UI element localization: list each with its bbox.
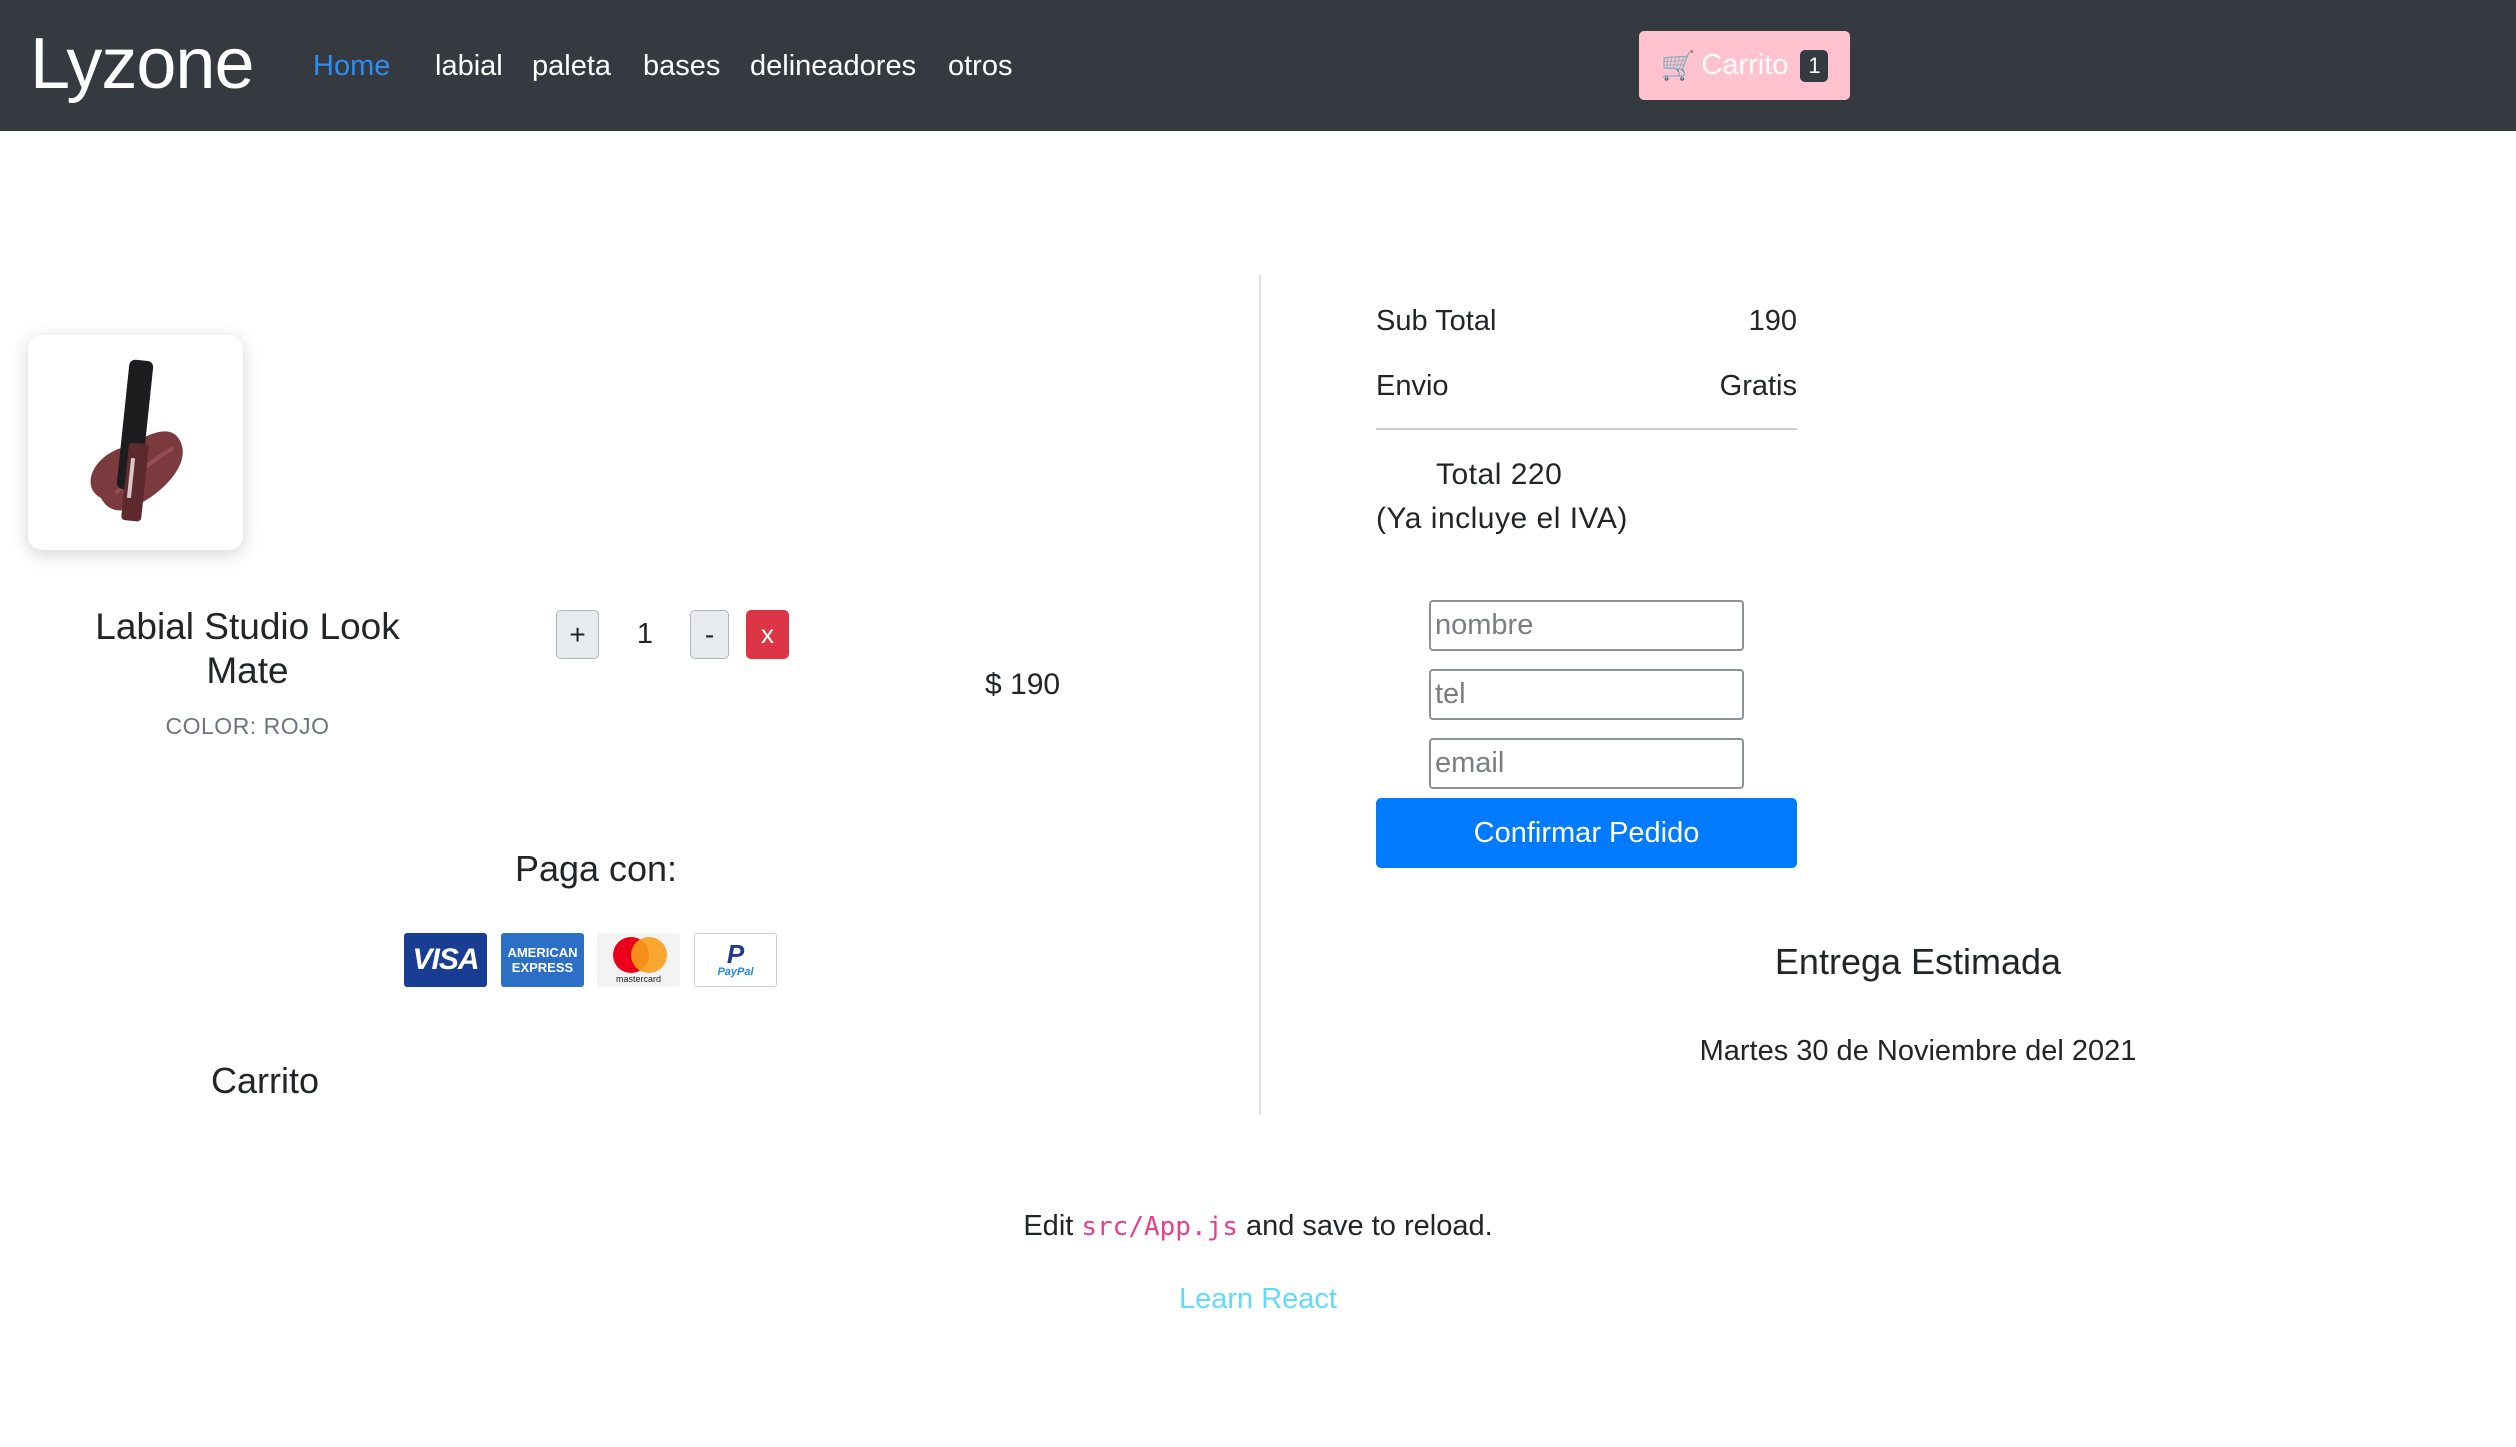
nav-link-bases[interactable]: bases	[643, 44, 720, 88]
nav-link-home[interactable]: Home	[313, 44, 390, 88]
increase-quantity-button[interactable]: +	[556, 610, 599, 659]
tel-input[interactable]	[1429, 669, 1744, 720]
navbar: Lyzone Home labial paleta bases delinead…	[0, 0, 2516, 131]
confirm-order-button[interactable]: Confirmar Pedido	[1376, 798, 1797, 868]
learn-react-link[interactable]: Learn React	[0, 1277, 2516, 1321]
edit-code: src/App.js	[1081, 1212, 1238, 1242]
column-divider	[1259, 275, 1261, 1115]
edit-prefix: Edit	[1023, 1210, 1082, 1242]
subtotal-label: Sub Total	[1376, 305, 1497, 337]
nav-link-otros[interactable]: otros	[948, 44, 1012, 88]
amex-icon: AMERICAN EXPRESS	[501, 933, 584, 987]
mastercard-icon: mastercard	[597, 933, 680, 987]
mastercard-label: mastercard	[615, 973, 661, 984]
total-amount: Total 220	[1436, 458, 1563, 491]
nav-link-paleta[interactable]: paleta	[532, 44, 611, 88]
decrease-quantity-button[interactable]: -	[690, 610, 729, 659]
edit-instructions: Edit src/App.js and save to reload.	[0, 1204, 2516, 1249]
product-image	[28, 335, 243, 550]
lipstick-illustration	[90, 359, 183, 521]
visa-icon: VISA	[404, 933, 487, 987]
nav-link-labial[interactable]: labial	[435, 44, 503, 88]
nombre-input[interactable]	[1429, 600, 1744, 651]
paypal-label: PayPal	[717, 966, 754, 978]
summary-divider	[1376, 428, 1797, 430]
subtotal-value: 190	[1748, 305, 1797, 337]
quantity-value: 1	[636, 618, 654, 650]
cart-count-badge: 1	[1800, 49, 1829, 82]
shipping-label: Envio	[1376, 370, 1449, 402]
product-color: COLOR: ROJO	[165, 713, 330, 739]
product-name: Labial Studio Look Mate	[95, 606, 400, 691]
remove-item-button[interactable]: x	[746, 610, 789, 659]
shipping-value: Gratis	[1719, 370, 1797, 402]
iva-note: (Ya incluye el IVA)	[1376, 502, 1628, 535]
cart-button-label: Carrito	[1701, 49, 1789, 81]
paypal-icon: P PayPal	[694, 933, 777, 987]
nav-link-delineadores[interactable]: delineadores	[750, 44, 916, 88]
shopping-cart-icon: 🛒	[1660, 49, 1696, 81]
item-price: $ 190	[985, 668, 1061, 701]
brand-logo[interactable]: Lyzone	[30, 14, 254, 114]
carrito-heading: Carrito	[210, 1060, 320, 1101]
subtotal-row: Sub Total 190	[1376, 299, 1797, 343]
delivery-date: Martes 30 de Noviembre del 2021	[1699, 1035, 2137, 1067]
edit-suffix: and save to reload.	[1237, 1210, 1493, 1242]
shipping-row: Envio Gratis	[1376, 364, 1797, 408]
amex-label: AMERICAN EXPRESS	[507, 945, 578, 975]
visa-label: VISA	[412, 943, 479, 976]
email-input[interactable]	[1429, 738, 1744, 789]
cart-button[interactable]: 🛒 Carrito 1	[1639, 31, 1850, 100]
payment-title: Paga con:	[514, 848, 678, 889]
delivery-title: Entrega Estimada	[1774, 941, 2062, 982]
